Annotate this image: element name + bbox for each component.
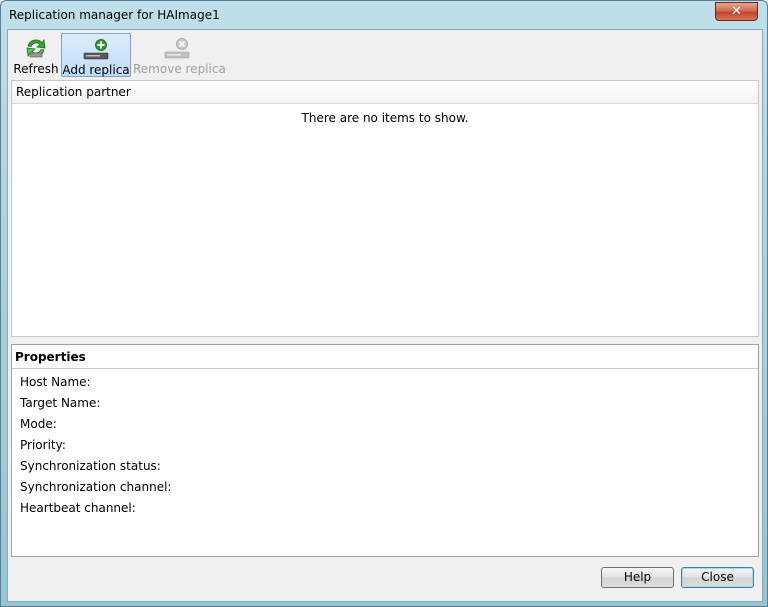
remove-replica-icon <box>164 38 190 59</box>
properties-title: Properties <box>15 350 86 364</box>
property-synchronization-channel: Synchronization channel: <box>20 480 172 494</box>
refresh-label: Refresh <box>13 62 59 76</box>
column-header-label: Replication partner <box>16 85 131 99</box>
property-target-name: Target Name: <box>20 396 101 410</box>
toolbar: Refresh Add replica Remove replica <box>8 30 762 80</box>
properties-header: Properties <box>12 345 758 369</box>
add-replica-icon <box>83 39 109 60</box>
window-close-button[interactable]: ✕ <box>715 2 758 21</box>
dialog-client-area: Refresh Add replica Remove replica Repli… <box>7 29 763 602</box>
title-bar[interactable]: Replication manager for HAImage1 ✕ <box>1 1 767 29</box>
dialog-window: Replication manager for HAImage1 ✕ Refre… <box>0 0 768 607</box>
window-title: Replication manager for HAImage1 <box>9 8 220 22</box>
close-icon: ✕ <box>731 4 742 19</box>
property-heartbeat-channel: Heartbeat channel: <box>20 501 136 515</box>
property-mode: Mode: <box>20 417 57 431</box>
property-host-name: Host Name: <box>20 375 91 389</box>
remove-replica-label: Remove replica <box>133 62 226 76</box>
property-priority: Priority: <box>20 438 66 452</box>
add-replica-button[interactable]: Add replica <box>61 33 131 77</box>
empty-list-message: There are no items to show. <box>301 111 469 125</box>
replication-partner-list[interactable]: Replication partner There are no items t… <box>11 80 759 337</box>
close-button[interactable]: Close <box>681 567 754 588</box>
refresh-button[interactable]: Refresh <box>11 33 61 77</box>
column-header-replication-partner[interactable]: Replication partner <box>12 81 758 104</box>
properties-panel: Properties Host Name: Target Name: Mode:… <box>11 344 759 557</box>
refresh-icon <box>26 38 46 58</box>
help-button[interactable]: Help <box>601 567 674 588</box>
remove-replica-button[interactable]: Remove replica <box>133 33 226 77</box>
property-synchronization-status: Synchronization status: <box>20 459 161 473</box>
add-replica-label: Add replica <box>62 63 130 77</box>
